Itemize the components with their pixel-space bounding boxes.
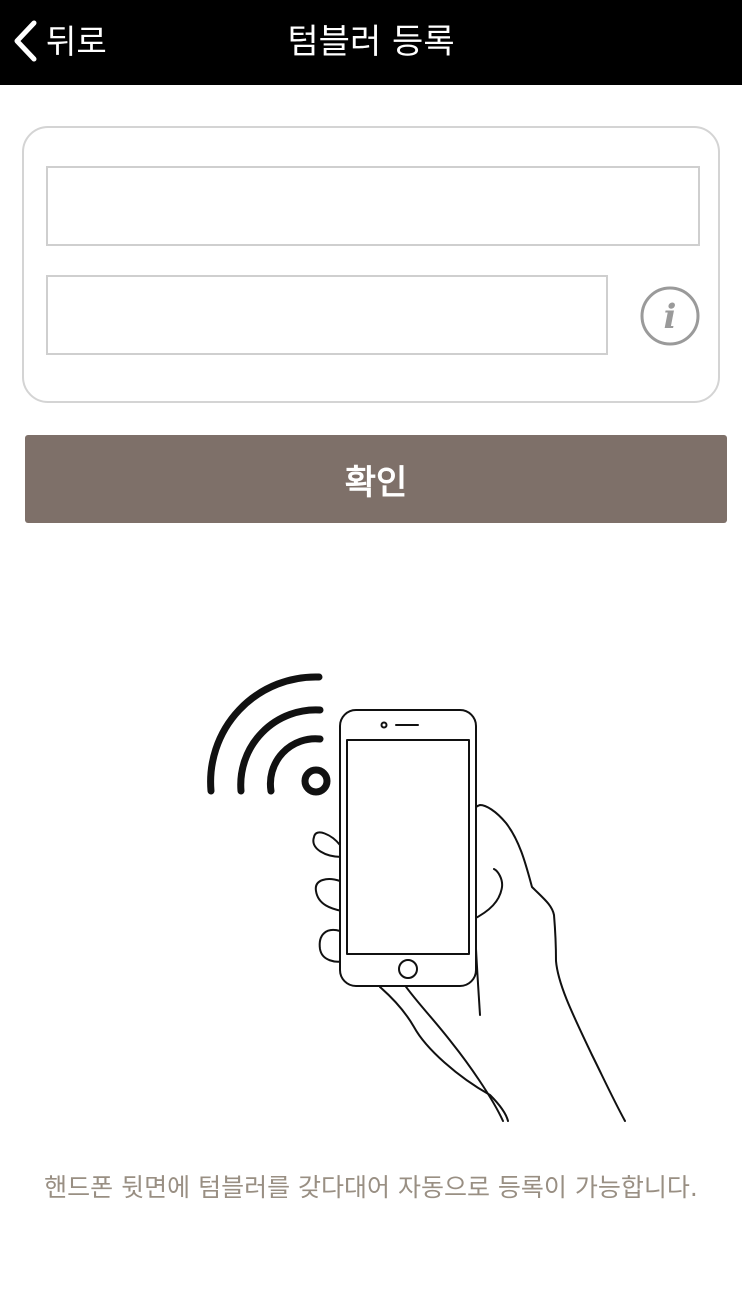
info-glyph: i xyxy=(664,297,677,337)
info-icon: i xyxy=(640,286,700,346)
registration-form-card: i xyxy=(22,126,720,403)
tumbler-pin-input[interactable] xyxy=(46,275,608,355)
page-title: 텀블러 등록 xyxy=(287,22,455,62)
top-bar: 뒤로 텀블러 등록 xyxy=(0,0,742,85)
info-button[interactable]: i xyxy=(639,285,701,347)
nfc-waves-icon xyxy=(207,673,331,796)
nfc-phone-tap-icon xyxy=(200,665,640,1130)
nfc-instruction-text: 핸드폰 뒷면에 텀블러를 갖다대어 자동으로 등록이 가능합니다. xyxy=(44,1173,698,1202)
confirm-button[interactable]: 확인 xyxy=(25,435,727,523)
page: 뒤로 텀블러 등록 i 확인 핸드폰 뒷면에 텀블러를 갖다대어 자동으로 등록… xyxy=(0,0,742,1291)
tumbler-code-input[interactable] xyxy=(46,166,700,246)
phone-icon xyxy=(339,709,477,987)
